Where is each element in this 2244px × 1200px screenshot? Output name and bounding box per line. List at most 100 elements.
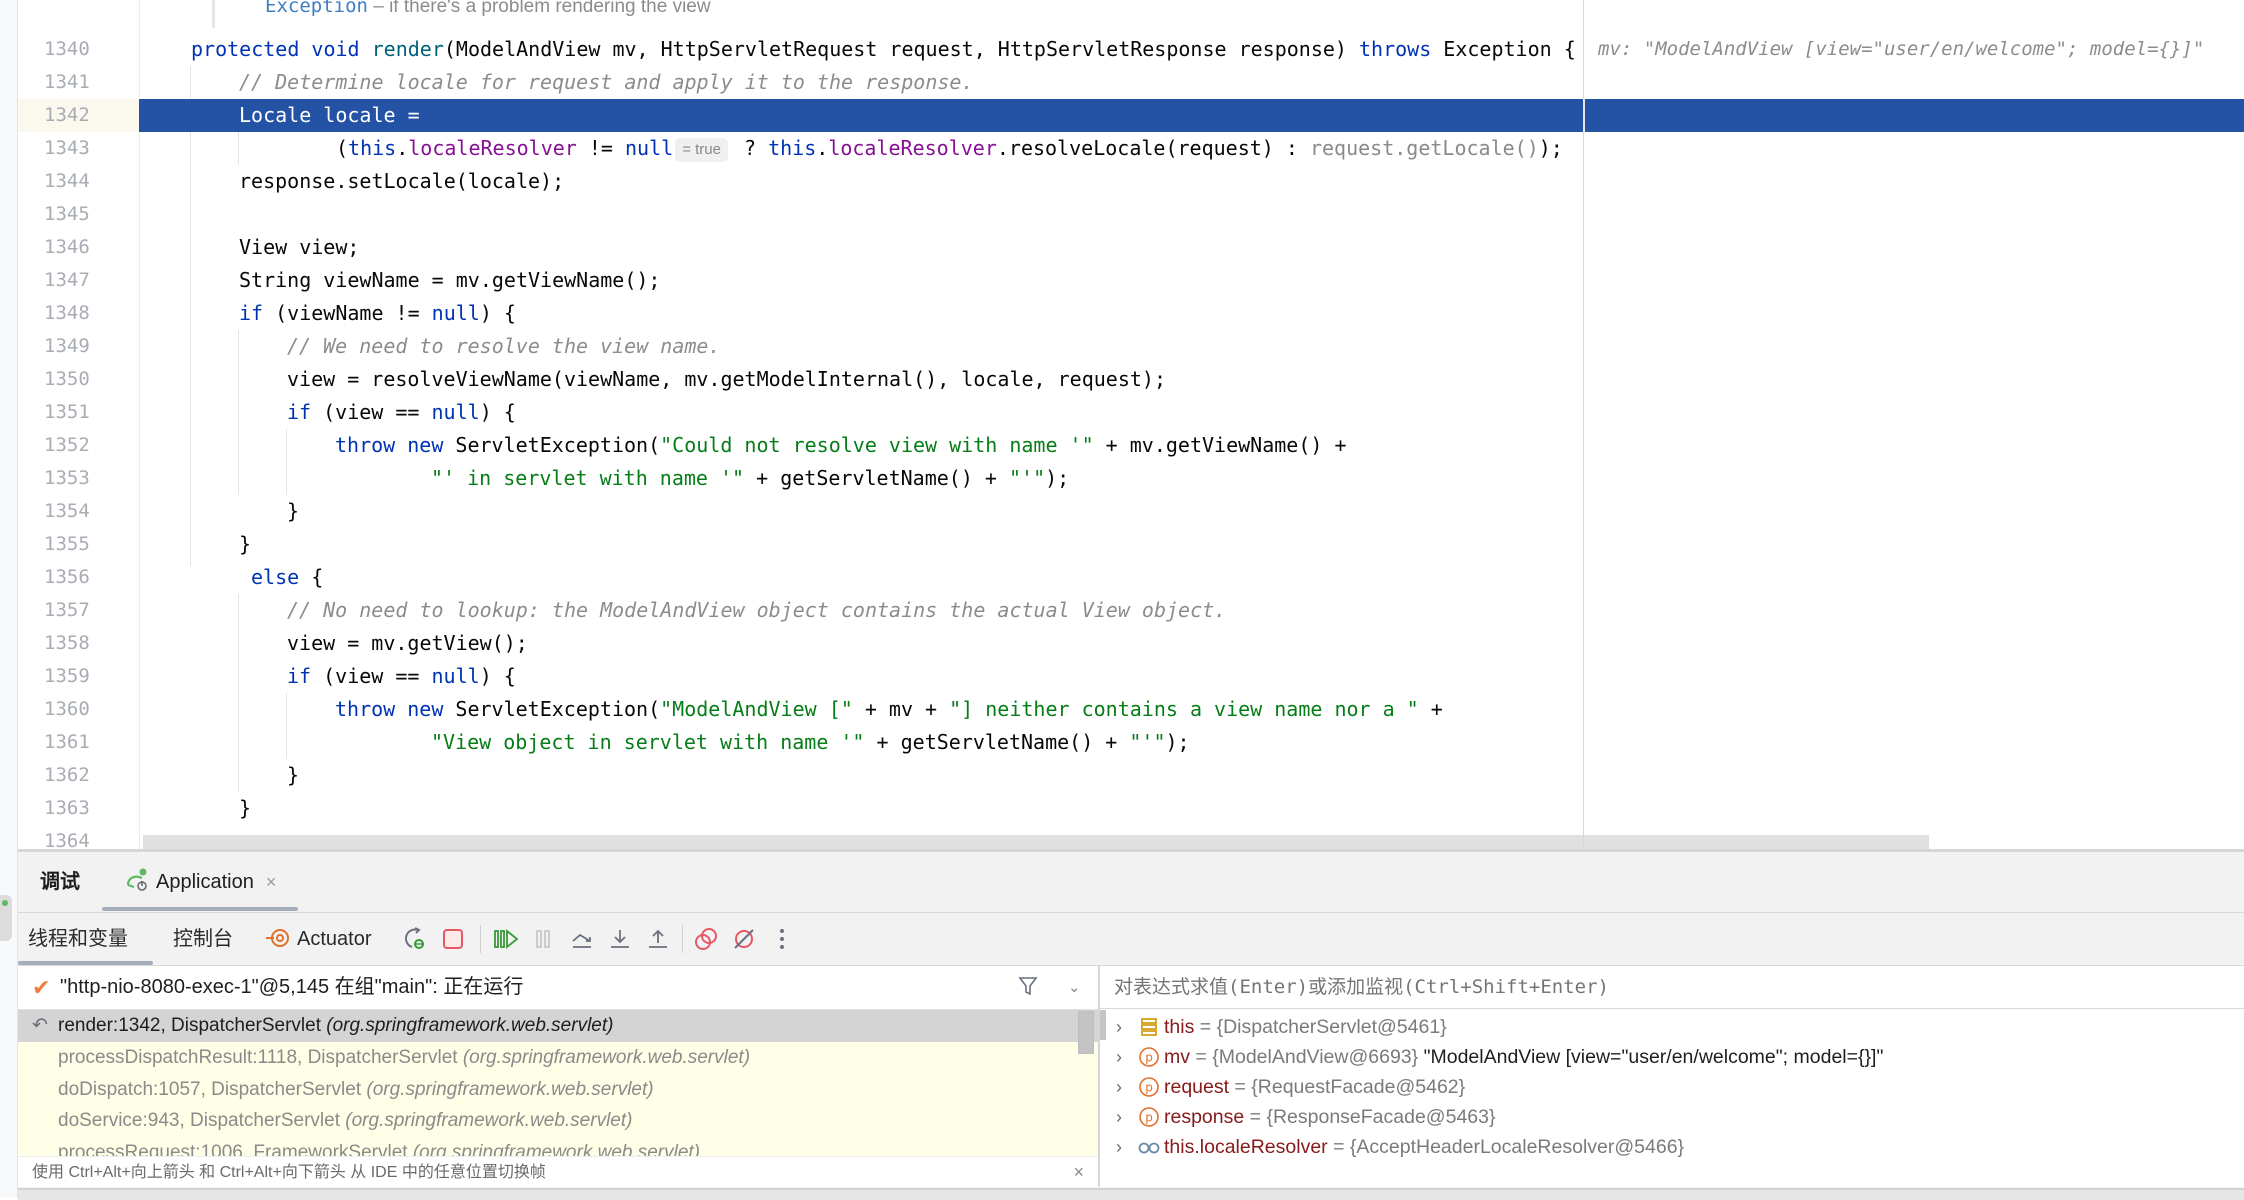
code-line-1359[interactable]: if (view == null) { xyxy=(140,660,2244,693)
code-line-1343[interactable]: (this.localeResolver != null = true ? thi… xyxy=(140,132,2244,165)
pause-icon[interactable] xyxy=(530,925,558,953)
filter-icon[interactable] xyxy=(1018,966,1038,1009)
code-line-1362[interactable]: } xyxy=(140,759,2244,792)
code-text: + getServletName() + xyxy=(744,466,1009,490)
code-line-1354[interactable]: } xyxy=(140,495,2244,528)
subtab-threads-variables[interactable]: 线程和变量 xyxy=(28,913,128,965)
tool-window-strip xyxy=(0,0,18,1198)
close-hint-icon[interactable]: × xyxy=(1073,1157,1084,1188)
tab-debug-title: 调试 xyxy=(40,871,80,893)
horizontal-scrollbar[interactable] xyxy=(143,835,1929,850)
code-line-1348[interactable]: if (viewName != null) { xyxy=(140,297,2244,330)
line-number[interactable]: 1364 xyxy=(18,825,139,852)
line-number[interactable]: 1345 xyxy=(18,198,139,231)
evaluate-expression-input[interactable] xyxy=(1100,966,2244,1009)
code-line-1342-current[interactable]: Locale locale = xyxy=(139,99,2244,132)
spring-boot-run-icon xyxy=(126,868,147,891)
string-literal: "] neither contains a view name nor a " xyxy=(949,697,1419,721)
line-number[interactable]: 1340 xyxy=(18,33,139,66)
stack-frame[interactable]: doService:943, DispatcherServlet (org.sp… xyxy=(18,1105,1098,1137)
code-line-1353[interactable]: "' in servlet with name '" + getServletN… xyxy=(140,462,2244,495)
line-number[interactable]: 1353 xyxy=(18,462,139,495)
line-number[interactable]: 1341 xyxy=(18,66,139,99)
line-number[interactable]: 1343 xyxy=(18,132,139,165)
line-number[interactable]: 1348 xyxy=(18,297,139,330)
thread-selector[interactable]: ✔ "http-nio-8080-exec-1"@5,145 在组"main":… xyxy=(18,966,1098,1010)
code-line-1363[interactable]: } xyxy=(140,792,2244,825)
expand-chevron-icon[interactable]: › xyxy=(1116,1102,1122,1132)
stack-frame[interactable]: processDispatchResult:1118, DispatcherSe… xyxy=(18,1042,1098,1074)
chevron-down-icon[interactable]: ⌄ xyxy=(1068,966,1081,1009)
stop-icon[interactable] xyxy=(439,925,467,953)
resume-icon[interactable] xyxy=(492,925,520,953)
code-line-1358[interactable]: view = mv.getView(); xyxy=(140,627,2244,660)
line-number[interactable]: 1361 xyxy=(18,726,139,759)
close-tab-icon[interactable]: × xyxy=(266,872,277,892)
line-number[interactable]: 1358 xyxy=(18,627,139,660)
code-line-1352[interactable]: throw new ServletException("Could not re… xyxy=(140,429,2244,462)
code-line-1350[interactable]: view = resolveViewName(viewName, mv.getM… xyxy=(140,363,2244,396)
step-out-icon[interactable] xyxy=(644,925,672,953)
kw: null xyxy=(431,400,480,424)
line-number[interactable]: 1356 xyxy=(18,561,139,594)
debug-tool-window-button[interactable] xyxy=(0,895,12,941)
line-number[interactable]: 1350 xyxy=(18,363,139,396)
code-line-1357[interactable]: // No need to lookup: the ModelAndView o… xyxy=(140,594,2244,627)
variables-scrollbar[interactable] xyxy=(1100,1010,1106,1040)
more-icon[interactable] xyxy=(768,925,796,953)
frame-package: (org.springframework.web.servlet) xyxy=(345,1110,633,1131)
expand-chevron-icon[interactable]: › xyxy=(1116,1042,1122,1072)
kw: if xyxy=(287,400,312,424)
code-line-1355[interactable]: } xyxy=(140,528,2244,561)
code-text: ); xyxy=(1045,466,1070,490)
subtab-console[interactable]: 控制台 xyxy=(173,913,233,965)
line-number[interactable]: 1346 xyxy=(18,231,139,264)
code-line-1356[interactable]: else { xyxy=(140,561,2244,594)
code-line-1349[interactable]: // We need to resolve the view name. xyxy=(140,330,2244,363)
expand-chevron-icon[interactable]: › xyxy=(1116,1072,1122,1102)
line-number[interactable]: 1359 xyxy=(18,660,139,693)
line-number[interactable]: 1355 xyxy=(18,528,139,561)
stack-frame[interactable]: processRequest:1006, FrameworkServlet (o… xyxy=(18,1137,1098,1157)
tab-application[interactable]: Application × xyxy=(118,852,282,912)
code-line-1361[interactable]: "View object in servlet with name '" + g… xyxy=(140,726,2244,759)
line-number[interactable]: 1354 xyxy=(18,495,139,528)
code-text: ); xyxy=(1165,730,1190,754)
string-literal: "'" xyxy=(1129,730,1166,754)
code-line-1351[interactable]: if (view == null) { xyxy=(140,396,2244,429)
line-number[interactable]: 1342 xyxy=(18,99,139,132)
subtab-actuator[interactable]: Actuator xyxy=(265,913,371,965)
code-text: ) { xyxy=(479,664,516,688)
view-breakpoints-icon[interactable] xyxy=(692,925,720,953)
code-editor[interactable]: Exception – if there's a problem renderi… xyxy=(0,0,2244,852)
line-number[interactable]: 1349 xyxy=(18,330,139,363)
line-number[interactable]: 1363 xyxy=(18,792,139,825)
expand-chevron-icon[interactable]: › xyxy=(1116,1132,1122,1162)
code-line-1347[interactable]: String viewName = mv.getViewName(); xyxy=(140,264,2244,297)
frames-scrollbar[interactable] xyxy=(1078,1011,1094,1054)
stack-frames-list[interactable]: ↶ render:1342, DispatcherServlet (org.spr… xyxy=(18,1010,1098,1156)
field: localeResolver xyxy=(408,136,577,160)
line-number[interactable]: 1357 xyxy=(18,594,139,627)
line-number[interactable]: 1344 xyxy=(18,165,139,198)
mute-breakpoints-icon[interactable] xyxy=(730,925,758,953)
code-line-1341[interactable]: // Determine locale for request and appl… xyxy=(140,66,2244,99)
method-name: render xyxy=(371,37,444,61)
line-number[interactable]: 1362 xyxy=(18,759,139,792)
subtab-actuator-label: Actuator xyxy=(297,928,372,950)
debug-toolbar: 线程和变量 控制台 Actuator xyxy=(18,913,2244,966)
line-number[interactable]: 1347 xyxy=(18,264,139,297)
stack-frame[interactable]: doDispatch:1057, DispatcherServlet (org.… xyxy=(18,1074,1098,1106)
expand-chevron-icon[interactable]: › xyxy=(1116,1012,1122,1042)
step-into-icon[interactable] xyxy=(606,925,634,953)
step-over-icon[interactable] xyxy=(568,925,596,953)
code-line-1344[interactable]: response.setLocale(locale); xyxy=(140,165,2244,198)
line-number[interactable]: 1351 xyxy=(18,396,139,429)
stack-frame-selected[interactable]: ↶ render:1342, DispatcherServlet (org.spr… xyxy=(18,1010,1098,1042)
code-line-1346[interactable]: View view; xyxy=(140,231,2244,264)
margin-line-on-highlight xyxy=(1583,99,1585,132)
rerun-debug-icon[interactable] xyxy=(401,925,429,953)
line-number[interactable]: 1360 xyxy=(18,693,139,726)
code-line-1360[interactable]: throw new ServletException("ModelAndView… xyxy=(140,693,2244,726)
line-number[interactable]: 1352 xyxy=(18,429,139,462)
